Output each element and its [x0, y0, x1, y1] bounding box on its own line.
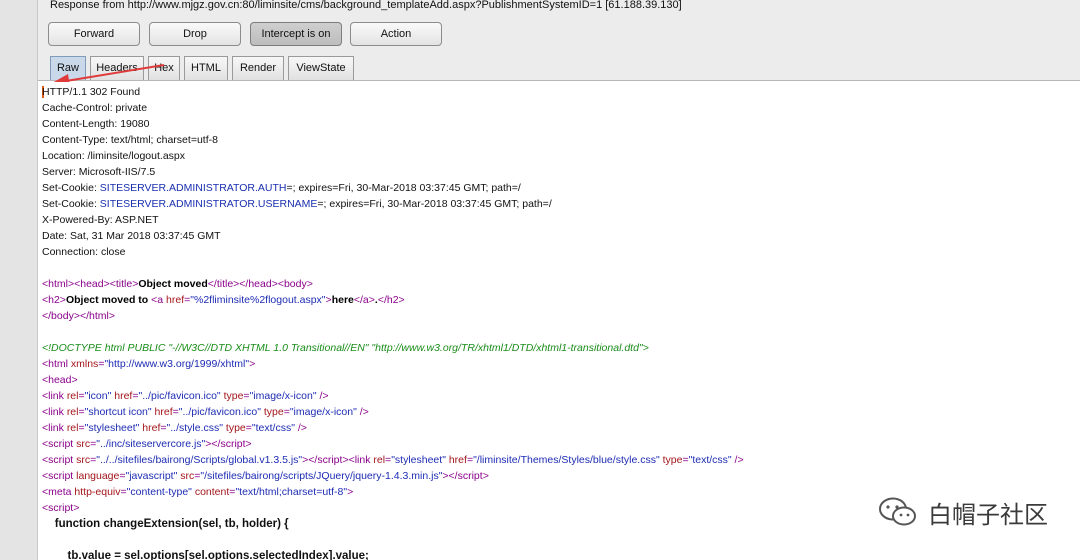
intercept-toggle-button[interactable]: Intercept is on [250, 22, 342, 46]
meta-content: "text/html;charset=utf-8" [235, 486, 348, 498]
watermark-text: 白帽子社区 [928, 500, 1048, 529]
script1-src: "../inc/siteservercore.js" [96, 438, 206, 450]
html-line-title: <html><head><title>Object moved</title><… [42, 278, 313, 290]
cookie-name-username: SITESERVER.ADMINISTRATOR.USERNAME [99, 198, 318, 210]
js-assign-line: tb.value = sel.options[sel.options.selec… [42, 550, 369, 560]
href-value: "%2fliminsite%2flogout.aspx" [190, 294, 326, 306]
cookie-name-auth: SITESERVER.ADMINISTRATOR.AUTH [99, 182, 287, 194]
meta-line: <meta http-equiv="content-type" content=… [42, 486, 354, 498]
watermark: 白帽子社区 [878, 494, 1048, 530]
doctype-line: <!DOCTYPE html PUBLIC "-//W3C//DTD XHTML… [42, 342, 649, 354]
action-button[interactable]: Action [350, 22, 442, 46]
cookie-rest-auth: =; expires=Fri, 30-Mar-2018 03:37:45 GMT… [286, 182, 521, 194]
html-line-body-close: </body></html> [42, 310, 115, 322]
header-line-set-cookie-username: Set-Cookie: SITESERVER.ADMINISTRATOR.USE… [42, 196, 552, 212]
header-line-connection: Connection: close [42, 246, 126, 258]
set-cookie-label: Set-Cookie: [42, 198, 100, 210]
shortcut-href: "../pic/favicon.ico" [178, 406, 261, 418]
script3-src: "/sitefiles/bairong/scripts/JQuery/jquer… [200, 470, 443, 482]
wechat-icon [879, 497, 916, 526]
response-info: Response from http://www.mjgz.gov.cn:80/… [50, 0, 682, 11]
link-shortcut-line: <link rel="shortcut icon" href="../pic/f… [42, 406, 369, 418]
left-gutter [0, 0, 38, 560]
shortcut-type: "image/x-icon" [289, 406, 357, 418]
html-line-h2: <h2>Object moved to <a href="%2fliminsit… [42, 294, 405, 306]
link-stylesheet-line: <link rel="stylesheet" href="../style.cs… [42, 422, 307, 434]
head-open-line: <head> [42, 374, 78, 386]
drop-button[interactable]: Drop [149, 22, 241, 46]
script-open-line: <script> [42, 502, 80, 514]
header-line-content-length: Content-Length: 19080 [42, 118, 150, 130]
tab-html[interactable]: HTML [184, 56, 228, 80]
script-core-line: <script src="../inc/siteservercore.js"><… [42, 438, 252, 450]
forward-button[interactable]: Forward [48, 22, 140, 46]
tab-render[interactable]: Render [232, 56, 284, 80]
style-href: "../style.css" [166, 422, 223, 434]
header-line-content-type: Content-Type: text/html; charset=utf-8 [42, 134, 218, 146]
top-panel: Response from http://www.mjgz.gov.cn:80/… [38, 0, 1080, 81]
js-function-line: function changeExtension(sel, tb, holder… [42, 518, 289, 530]
xmlns-value: "http://www.w3.org/1999/xhtml" [104, 358, 250, 370]
script-jquery-line: <script language="javascript" src="/site… [42, 470, 489, 482]
icon-type: "image/x-icon" [249, 390, 317, 402]
header-line-cache-control: Cache-Control: private [42, 102, 148, 114]
header-line-set-cookie-auth: Set-Cookie: SITESERVER.ADMINISTRATOR.AUT… [42, 180, 521, 196]
html-xmlns-line: <html xmlns="http://www.w3.org/1999/xhtm… [42, 358, 256, 370]
title-text: Object moved [138, 278, 208, 290]
here-text: here [331, 294, 354, 306]
script2-src: "../../sitefiles/bairong/Scripts/global.… [96, 454, 303, 466]
response-body-editor[interactable]: HTTP/1.1 302 Found Cache-Control: privat… [38, 82, 1080, 560]
link-icon-line: <link rel="icon" href="../pic/favicon.ic… [42, 390, 329, 402]
theme-href: "/liminsite/Themes/Styles/blue/style.css… [473, 454, 660, 466]
tab-viewstate[interactable]: ViewState [288, 56, 354, 80]
set-cookie-label: Set-Cookie: [42, 182, 100, 194]
header-line-server: Server: Microsoft-IIS/7.5 [42, 166, 156, 178]
script-global-line: <script src="../../sitefiles/bairong/Scr… [42, 454, 744, 466]
style-type: "text/css" [251, 422, 295, 434]
header-line-date: Date: Sat, 31 Mar 2018 03:37:45 GMT [42, 230, 221, 242]
icon-href: "../pic/favicon.ico" [138, 390, 221, 402]
theme-type: "text/css" [688, 454, 732, 466]
header-line-status: HTTP/1.1 302 Found [42, 86, 141, 98]
cookie-rest-username: =; expires=Fri, 30-Mar-2018 03:37:45 GMT… [317, 198, 552, 210]
h2-text: Object moved to [65, 294, 152, 306]
header-line-powered-by: X-Powered-By: ASP.NET [42, 214, 159, 226]
header-line-location: Location: /liminsite/logout.aspx [42, 150, 185, 162]
